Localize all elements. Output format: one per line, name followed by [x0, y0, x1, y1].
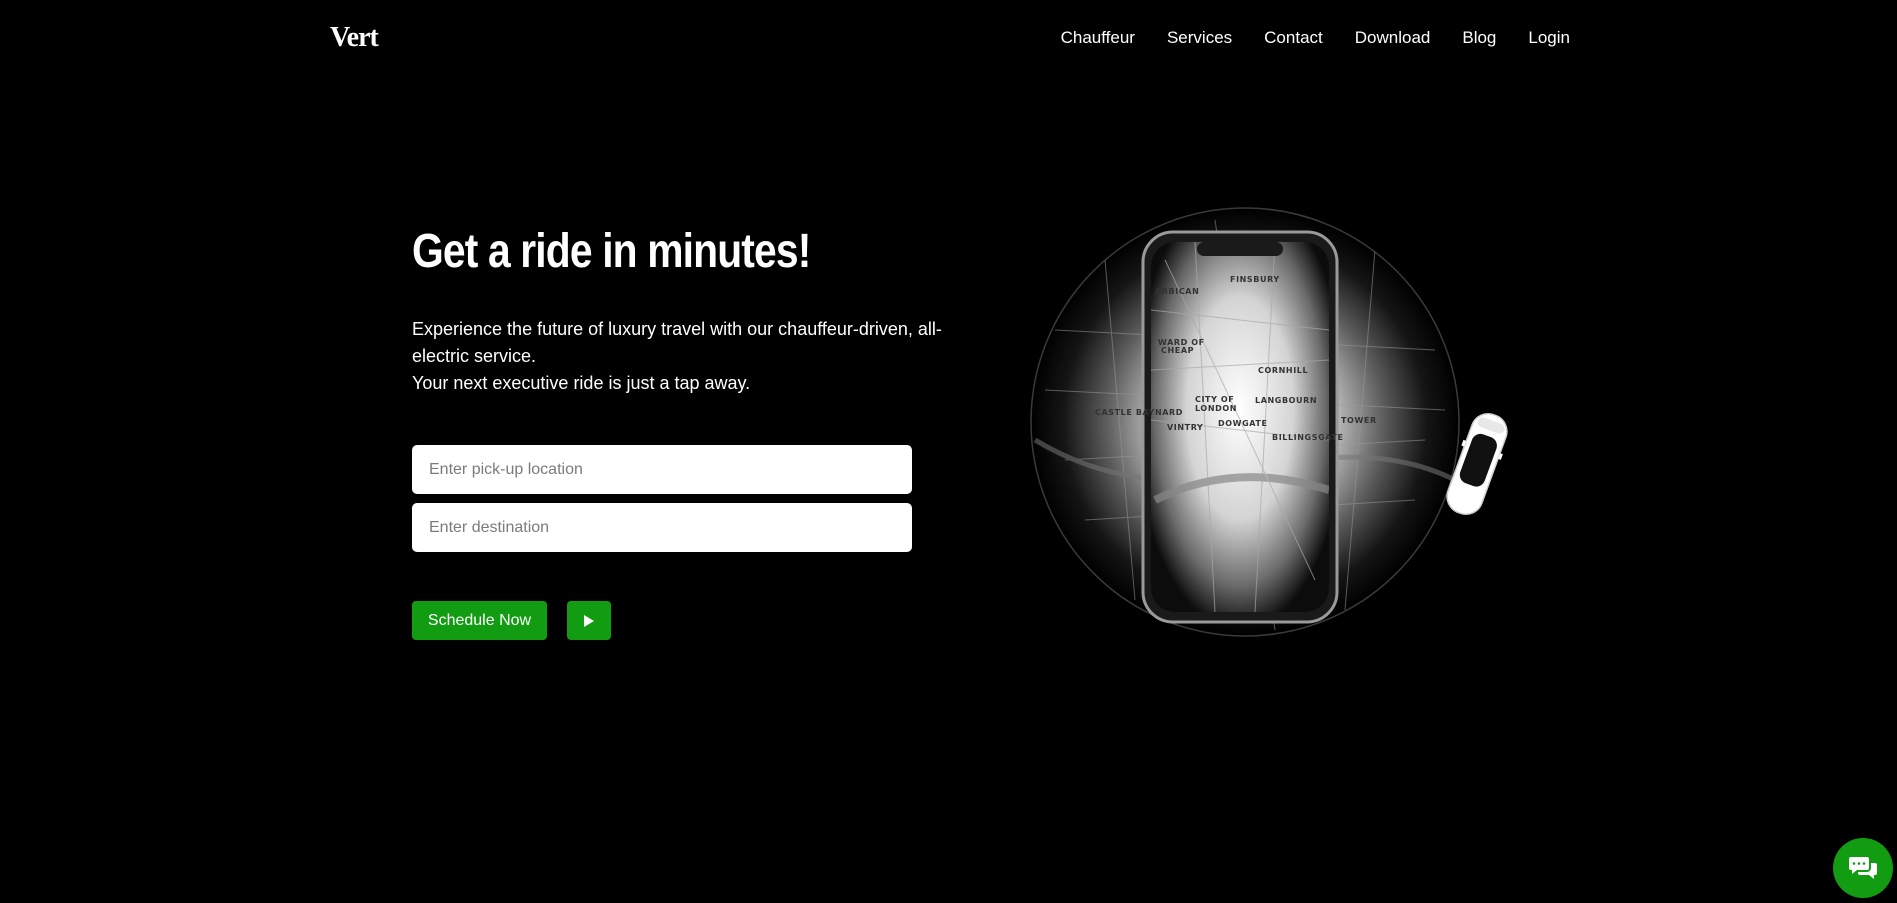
map-label-cornhill: CORNHILL: [1258, 366, 1308, 375]
nav-chauffeur[interactable]: Chauffeur: [1061, 28, 1135, 48]
map-label-finsbury: FINSBURY: [1230, 275, 1280, 284]
destination-input[interactable]: [412, 503, 912, 552]
play-video-button[interactable]: [567, 601, 611, 640]
schedule-now-button[interactable]: Schedule Now: [412, 601, 547, 640]
landing-page: Vert Chauffeur Services Contact Download…: [0, 0, 1897, 903]
map-label-langbourn: LANGBOURN: [1255, 396, 1317, 405]
map-label-city1: CITY OF: [1195, 395, 1234, 404]
hero-title: Get a ride in minutes!: [412, 225, 811, 278]
hero-description: Experience the future of luxury travel w…: [412, 316, 957, 397]
vert-logo[interactable]: Vert: [330, 22, 379, 54]
main-nav: Chauffeur Services Contact Download Blog…: [1061, 28, 1570, 48]
map-label-tower: TOWER: [1341, 416, 1377, 425]
pickup-location-input[interactable]: [412, 445, 912, 494]
chat-icon: [1849, 857, 1877, 879]
hero-description-line: Your next executive ride is just a tap a…: [412, 373, 751, 393]
nav-blog[interactable]: Blog: [1462, 28, 1496, 48]
phone-map-illustration: FINSBURY ARBICAN WARD OF CHEAP CORNHILL …: [1030, 207, 1508, 637]
nav-contact[interactable]: Contact: [1264, 28, 1323, 48]
map-label-castle: CASTLE BAYNARD: [1095, 408, 1183, 417]
map-label-ward2: CHEAP: [1161, 346, 1194, 355]
play-icon: [584, 614, 594, 627]
nav-services[interactable]: Services: [1167, 28, 1232, 48]
map-label-billingsgate: BILLINGSGATE: [1272, 433, 1344, 442]
nav-login[interactable]: Login: [1528, 28, 1570, 48]
hero-description-line: Experience the future of luxury travel w…: [412, 319, 942, 366]
chat-button[interactable]: [1833, 838, 1893, 898]
nav-download[interactable]: Download: [1355, 28, 1431, 48]
map-label-city2: LONDON: [1195, 404, 1237, 413]
map-label-barbican: ARBICAN: [1155, 287, 1199, 296]
map-label-vintry: VINTRY: [1167, 423, 1203, 432]
map-label-dowgate: DOWGATE: [1218, 419, 1268, 428]
phone-notch: [1197, 242, 1283, 256]
